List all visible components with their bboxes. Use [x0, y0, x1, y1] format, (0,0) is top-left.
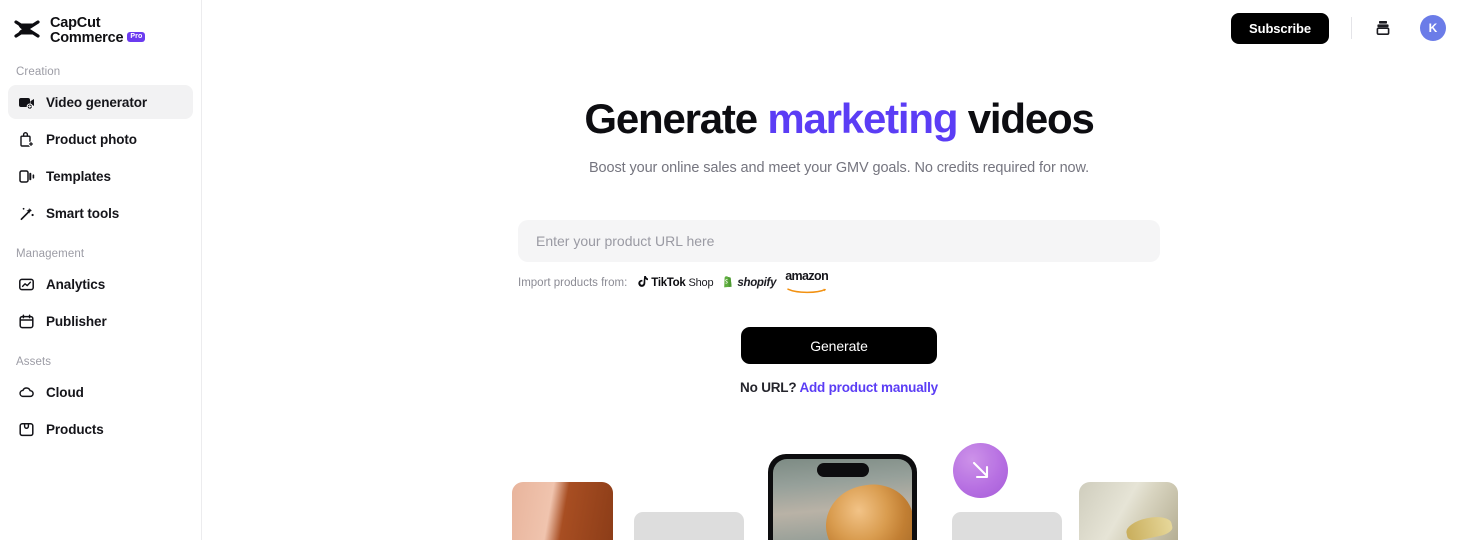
capcut-logo-icon [14, 18, 42, 44]
phone-screen [773, 459, 912, 540]
shopify-brand-text: shopify [737, 277, 777, 290]
tiktok-icon [636, 275, 649, 291]
diagonal-arrow-icon [953, 443, 1008, 498]
templates-icon [18, 168, 35, 185]
source-shopify[interactable]: shopify [722, 275, 776, 291]
shopify-bag-icon [722, 275, 734, 291]
source-tiktok-shop[interactable]: TikTok Shop [636, 275, 714, 291]
video-generator-icon [18, 94, 35, 111]
hero-title-part2: videos [957, 95, 1095, 142]
sidebar-item-label: Analytics [46, 276, 106, 292]
publisher-icon [18, 313, 35, 330]
import-sources-row: Import products from: TikTok Shop shopif… [518, 270, 1160, 297]
product-photo-thumbnail-right [1079, 482, 1178, 540]
sidebar-item-label: Product photo [46, 131, 137, 147]
main-content: Subscribe K Generate marketing videos Bo… [202, 0, 1476, 540]
add-product-manually-link[interactable]: Add product manually [799, 380, 938, 395]
sidebar-item-video-generator[interactable]: Video generator [8, 85, 193, 119]
gray-card-left [634, 512, 744, 540]
sidebar-section-assets-label: Assets [16, 356, 52, 368]
sidebar-item-publisher[interactable]: Publisher [8, 304, 193, 338]
sidebar-item-label: Cloud [46, 384, 84, 400]
tiktok-brand-text: TikTok [651, 277, 686, 290]
sidebar-item-label: Templates [46, 168, 111, 184]
no-url-row: No URL? Add product manually [740, 380, 938, 395]
sidebar-item-templates[interactable]: Templates [8, 159, 193, 193]
smart-tools-icon [18, 205, 35, 222]
capcut-commerce-app: CapCut Commerce Pro Creation Video gener… [0, 0, 1476, 540]
page-title: Generate marketing videos [202, 98, 1476, 140]
hero-subtitle: Boost your online sales and meet your GM… [588, 160, 1090, 176]
gray-card-right [952, 512, 1062, 540]
model-portrait [820, 478, 912, 540]
sidebar-nav: Creation Video generator Product photo T… [0, 66, 201, 446]
products-icon [18, 421, 35, 438]
phone-notch [816, 463, 869, 477]
sidebar: CapCut Commerce Pro Creation Video gener… [0, 0, 202, 540]
hero-title-part1: Generate [584, 95, 768, 142]
source-amazon[interactable]: amazon [785, 269, 829, 297]
sidebar-item-label: Products [46, 421, 104, 437]
sidebar-item-analytics[interactable]: Analytics [8, 267, 193, 301]
tiktok-shop-suffix: Shop [688, 277, 714, 290]
sidebar-item-cloud[interactable]: Cloud [8, 375, 193, 409]
product-photo-icon [18, 131, 35, 148]
brand-logo[interactable]: CapCut Commerce Pro [0, 0, 201, 48]
sidebar-item-products[interactable]: Products [8, 412, 193, 446]
brand-name-capcut: CapCut [50, 14, 101, 31]
amazon-brand-text: amazon [785, 269, 829, 283]
amazon-swoosh-icon [786, 285, 827, 297]
sidebar-section-creation-label: Creation [16, 66, 61, 78]
no-url-text: No URL? [740, 380, 800, 395]
product-photo-thumbnail-left [512, 482, 613, 540]
pro-badge: Pro [127, 31, 146, 42]
hero-illustration [202, 430, 1476, 540]
sidebar-item-label: Video generator [46, 94, 148, 110]
product-url-input[interactable] [518, 220, 1160, 262]
sidebar-item-product-photo[interactable]: Product photo [8, 122, 193, 156]
hero-title-accent: marketing [767, 95, 958, 142]
sidebar-item-smart-tools[interactable]: Smart tools [8, 196, 193, 230]
phone-mockup [768, 454, 917, 540]
sidebar-item-label: Smart tools [46, 205, 120, 221]
sidebar-section-management-label: Management [16, 248, 85, 260]
hero-section: Generate marketing videos Boost your onl… [202, 0, 1476, 177]
cloud-icon [18, 384, 35, 401]
brand-name-commerce: Commerce [50, 29, 124, 46]
sidebar-item-label: Publisher [46, 313, 107, 329]
analytics-icon [18, 276, 35, 293]
import-label: Import products from: [518, 277, 628, 290]
generate-button[interactable]: Generate [741, 327, 937, 364]
